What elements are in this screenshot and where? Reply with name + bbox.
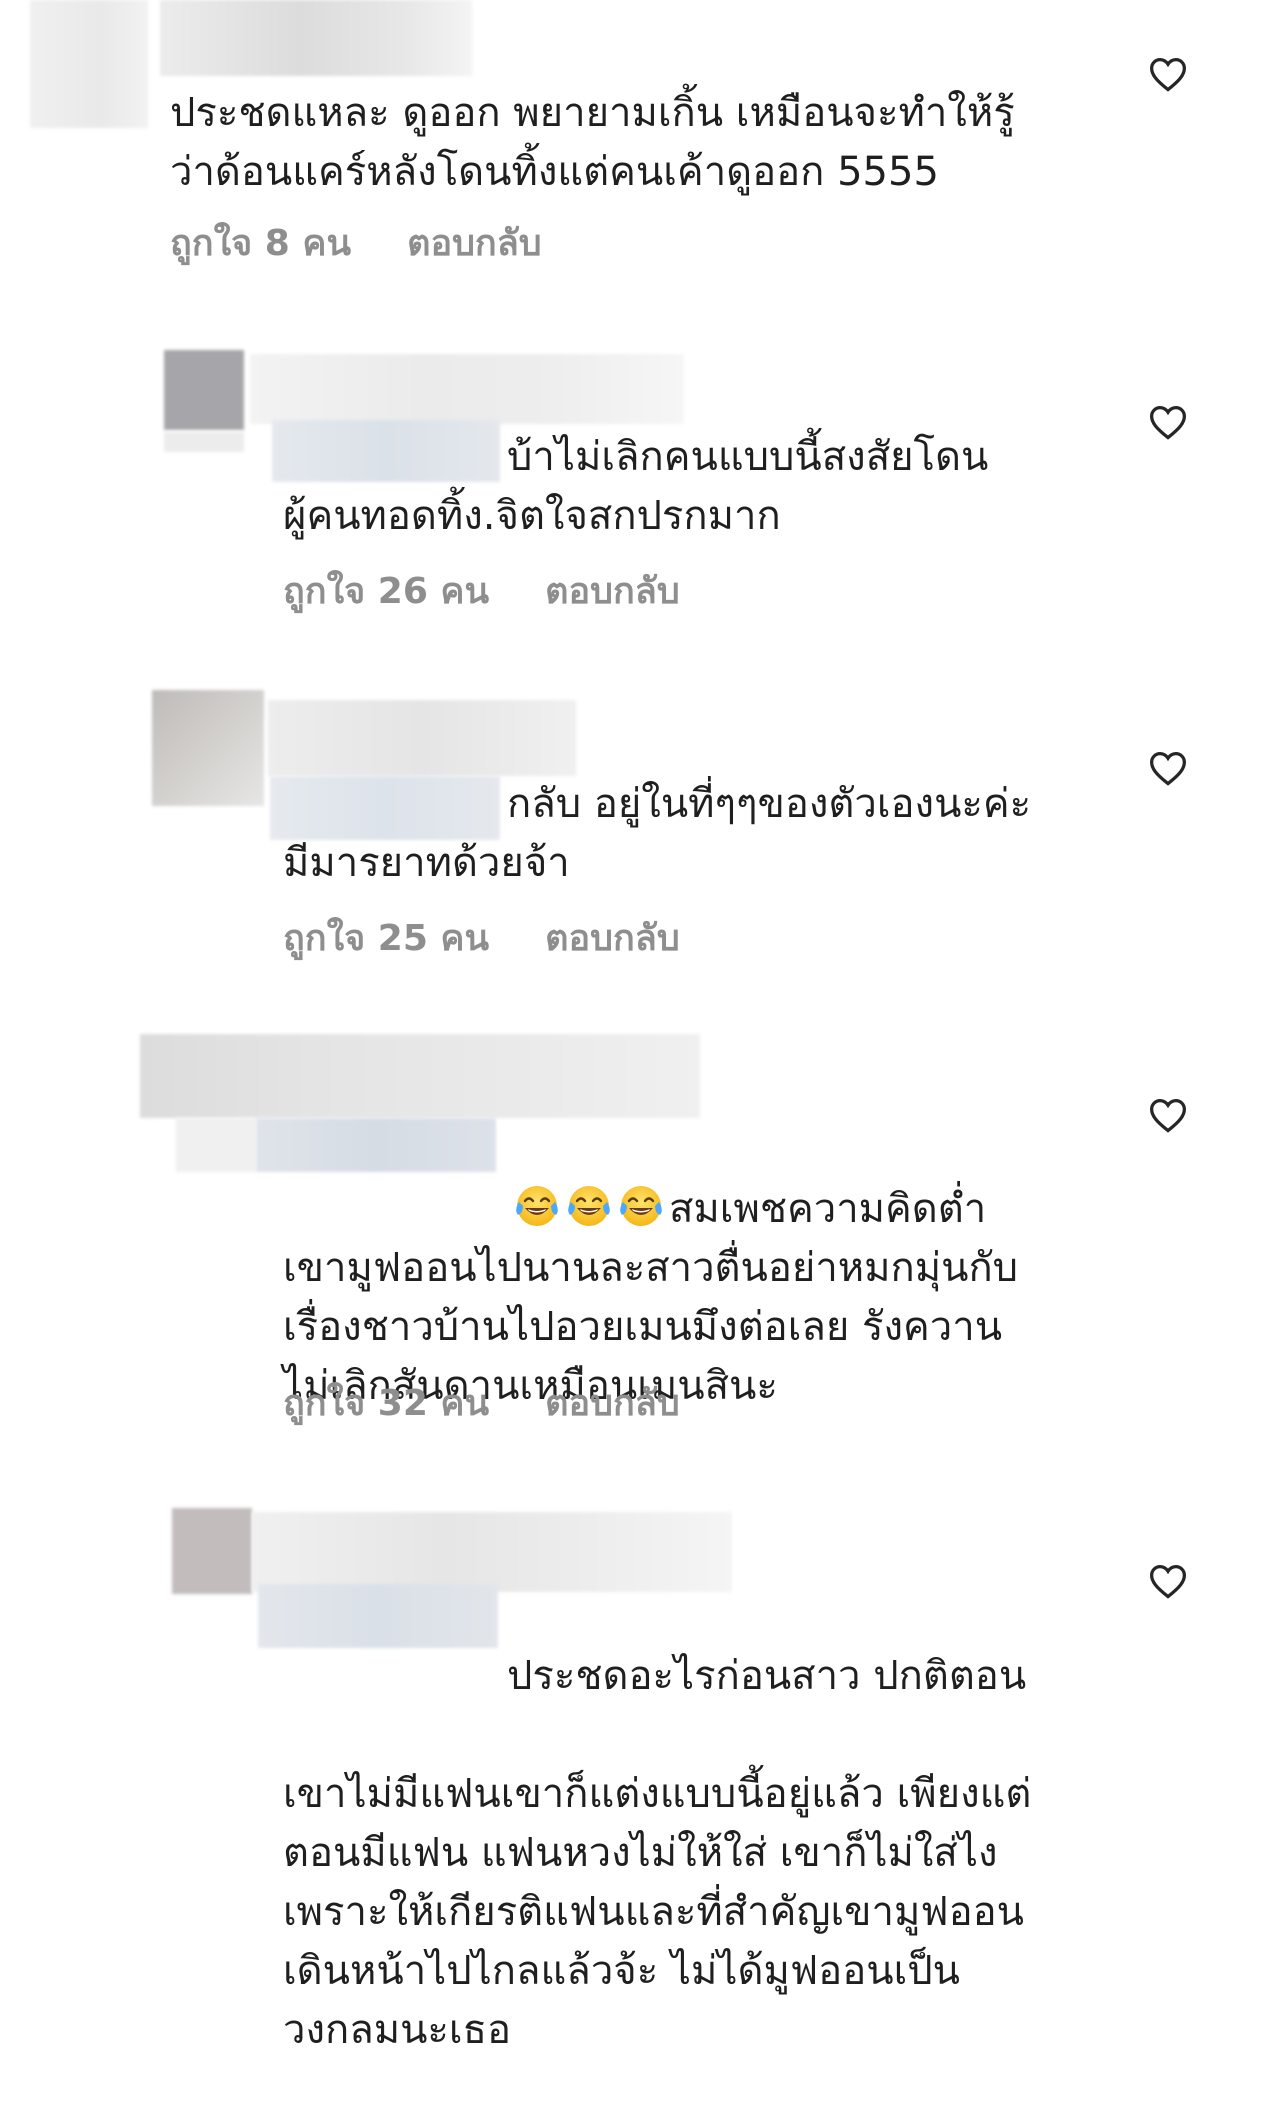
face-with-tears-of-joy-icon bbox=[568, 1186, 610, 1226]
username-blurred bbox=[268, 700, 576, 776]
reply-button[interactable]: ตอบกลับ bbox=[545, 570, 680, 614]
heart-outline-icon[interactable] bbox=[1148, 56, 1188, 92]
heart-outline-icon[interactable] bbox=[1148, 750, 1188, 786]
likes-count[interactable]: ถูกใจ 26 คน bbox=[283, 570, 489, 614]
heart-outline-icon[interactable] bbox=[1148, 1097, 1188, 1133]
heart-outline-icon[interactable] bbox=[1148, 404, 1188, 440]
comment-text: บ้าไม่เลิกคนแบบนี้สงสัยโดน ผู้คนทอดทิ้ง.… bbox=[283, 434, 989, 539]
username-blurred bbox=[252, 1512, 732, 1592]
comment-text-rest: เขาไม่มีแฟนเขาก็แต่งแบบนี้อยู่แล้ว เพียง… bbox=[283, 1771, 1032, 2053]
avatar-blurred bbox=[172, 1508, 252, 1594]
username-blurred bbox=[176, 1118, 256, 1172]
likes-count[interactable]: ถูกใจ 25 คน bbox=[283, 917, 489, 961]
comment-text: ประชดแหละ ดูออก พยายามเกิ้น เหมือนจะทำให… bbox=[170, 90, 1015, 195]
comment-meta: ถูกใจ 26 คน ตอบกลับ bbox=[283, 570, 680, 614]
username-blurred bbox=[30, 0, 148, 128]
comment-meta: ถูกใจ 25 คน ตอบกลับ bbox=[283, 917, 680, 961]
avatar-blurred bbox=[164, 432, 244, 452]
face-with-tears-of-joy-icon bbox=[620, 1186, 662, 1226]
avatar-blurred bbox=[152, 690, 264, 806]
heart-outline-icon[interactable] bbox=[1148, 1563, 1188, 1599]
emoji-group bbox=[513, 1186, 669, 1232]
face-with-tears-of-joy-icon bbox=[516, 1186, 558, 1226]
comment-text-first-line: ประชดอะไรก่อนสาว ปกติตอน bbox=[507, 1653, 1027, 1699]
comment-meta: ถูกใจ 8 คน ตอบกลับ bbox=[170, 222, 542, 266]
username-blurred bbox=[250, 354, 684, 424]
username-blurred bbox=[160, 0, 472, 76]
comment-text-first-line: สมเพชความคิดต่ำ bbox=[669, 1186, 987, 1232]
avatar-blurred bbox=[164, 350, 244, 430]
reply-button[interactable]: ตอบกลับ bbox=[545, 917, 680, 961]
comment-text: ประชดอะไรก่อนสาว ปกติตอน เขาไม่มีแฟนเขาก… bbox=[283, 1588, 1031, 2119]
likes-count[interactable]: ถูกใจ 8 คน bbox=[170, 222, 351, 266]
comment-text: กลับ อยู่ในที่ๆๆของตัวเองนะค่ะ มีมารยาทด… bbox=[283, 781, 1032, 886]
username-blurred bbox=[140, 1034, 700, 1118]
reply-button[interactable]: ตอบกลับ bbox=[407, 222, 542, 266]
likes-count[interactable]: ถูกใจ 32 คน bbox=[283, 1382, 489, 1426]
comment-meta: ถูกใจ 32 คน ตอบกลับ bbox=[283, 1382, 680, 1426]
reply-button[interactable]: ตอบกลับ bbox=[545, 1382, 680, 1426]
